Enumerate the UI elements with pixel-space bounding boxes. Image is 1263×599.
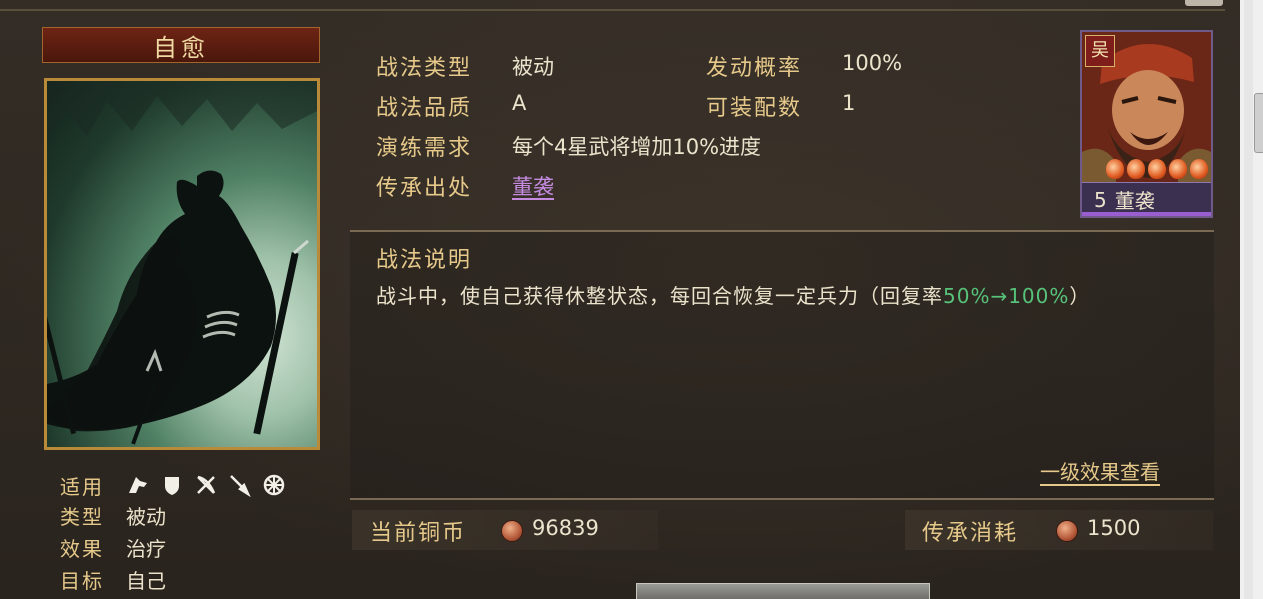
effect-row: 效果 治疗 (60, 532, 166, 562)
skill-artwork (44, 78, 320, 450)
recovery-rate-highlight: 50%→100% (943, 284, 1070, 308)
drill-requirement-label: 演练需求 (376, 136, 473, 161)
target-label: 目标 (60, 568, 104, 593)
general-name: 董袭 (1114, 189, 1155, 213)
level-one-effect-link[interactable]: 一级效果查看 (1040, 456, 1160, 485)
inherit-cost-value: 1500 (1087, 516, 1141, 540)
inherit-action-button[interactable] (636, 583, 930, 599)
applicable-row: 适用 (60, 470, 296, 500)
copper-coin-icon (501, 520, 523, 542)
applicable-label: 适用 (60, 474, 104, 499)
faction-badge: 吴 (1085, 35, 1115, 67)
type-value: 被动 (126, 504, 166, 529)
trigger-rate-value: 100% (842, 51, 903, 75)
current-coins-value: 96839 (532, 516, 599, 540)
current-coins-label: 当前铜币 (370, 521, 467, 546)
skill-quality-value: A (512, 91, 527, 115)
target-row: 目标 自己 (60, 564, 166, 594)
drill-requirement-value: 每个4星武将增加10%进度 (512, 135, 762, 159)
equip-count-label: 可装配数 (706, 96, 803, 121)
description-text: 战斗中，使自己获得休整状态，每回合恢复一定兵力（回复率50%→100%） (376, 280, 1090, 309)
cavalry-icon (126, 473, 150, 497)
inherit-cost-label: 传承消耗 (922, 521, 1019, 546)
description-body: 战斗中，使自己获得休整状态，每回合恢复一定兵力（回复率 (376, 284, 943, 308)
shield-icon (160, 473, 184, 497)
rarity-bar (1082, 212, 1211, 216)
skill-type-value: 被动 (512, 55, 554, 79)
star-icon (1148, 159, 1166, 179)
top-divider (0, 9, 1225, 11)
star-icon (1190, 159, 1208, 179)
description-title: 战法说明 (376, 248, 473, 273)
star-rating (1106, 159, 1208, 179)
star-icon (1127, 159, 1145, 179)
trigger-rate-label: 发动概率 (706, 56, 803, 81)
skill-name: 自愈 (153, 33, 209, 62)
skill-type-label: 战法类型 (376, 56, 473, 81)
skill-quality-label: 战法品质 (376, 96, 473, 121)
inherit-source-label: 传承出处 (376, 176, 473, 201)
star-icon (1169, 159, 1187, 179)
bow-icon (194, 473, 218, 497)
inherit-source-link[interactable]: 董袭 (512, 171, 554, 201)
scrollbar-track (1244, 0, 1253, 599)
skill-title-plaque: 自愈 (42, 27, 320, 63)
wheel-icon (262, 473, 286, 497)
scrollbar-thumb[interactable] (1254, 93, 1263, 153)
type-label: 类型 (60, 504, 104, 529)
type-row: 类型 被动 (60, 500, 166, 530)
equip-count-value: 1 (842, 91, 856, 115)
spear-icon (228, 473, 252, 498)
effect-value: 治疗 (126, 536, 166, 561)
general-star-count: 5 (1094, 187, 1107, 212)
description-end: ） (1069, 284, 1091, 308)
star-icon (1106, 159, 1124, 179)
artwork-silhouette (47, 81, 317, 445)
effect-label: 效果 (60, 536, 104, 561)
copper-coin-icon (1056, 520, 1078, 542)
close-button-edge[interactable] (1185, 0, 1223, 6)
general-name-bar: 5 董袭 (1082, 182, 1211, 216)
general-portrait-card[interactable]: 吴 5 董袭 (1080, 30, 1213, 218)
browser-scrollbar-area (1240, 0, 1263, 599)
target-value: 自己 (126, 568, 166, 593)
